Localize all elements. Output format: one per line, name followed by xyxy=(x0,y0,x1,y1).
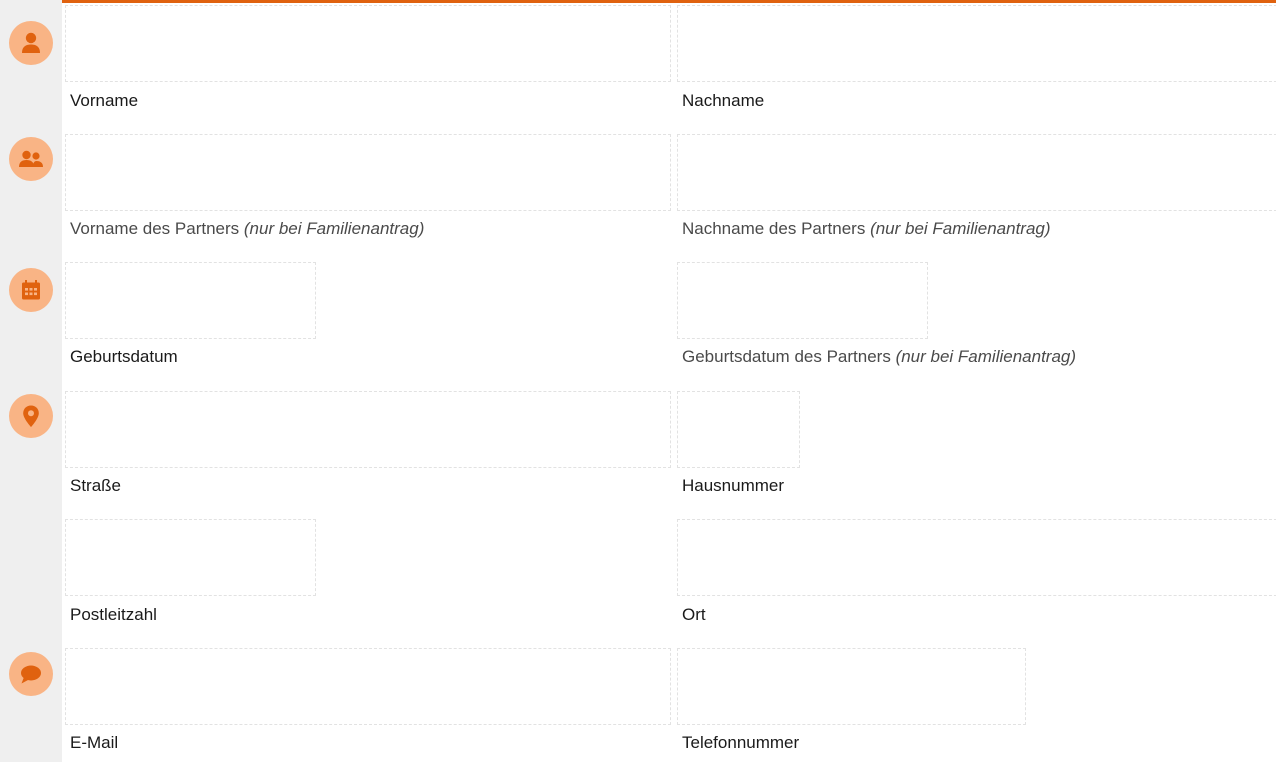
people-icon xyxy=(9,137,53,181)
speech-bubble-icon xyxy=(9,652,53,696)
partner-first-name-label-text: Vorname des Partners xyxy=(70,219,240,238)
partner-birth-date-field[interactable] xyxy=(677,262,928,339)
birth-date-field[interactable] xyxy=(65,262,316,339)
last-name-field[interactable] xyxy=(677,5,1276,82)
email-label: E-Mail xyxy=(70,733,119,752)
partner-last-name-field[interactable] xyxy=(677,134,1276,211)
first-name-label: Vorname xyxy=(70,91,139,110)
postal-code-field[interactable] xyxy=(65,519,316,596)
partner-birth-date-label-text: Geburtsdatum des Partners xyxy=(682,347,891,366)
postal-code-label: Postleitzahl xyxy=(70,605,157,624)
partner-birth-date-hint: (nur bei Familienantrag) xyxy=(895,347,1077,366)
email-field[interactable] xyxy=(65,648,671,725)
phone-label: Telefonnummer xyxy=(682,733,800,752)
first-name-field[interactable] xyxy=(65,5,671,82)
house-number-label: Hausnummer xyxy=(682,476,785,495)
city-field[interactable] xyxy=(677,519,1276,596)
partner-first-name-field[interactable] xyxy=(65,134,671,211)
partner-birth-date-label: Geburtsdatum des Partners (nur bei Famil… xyxy=(682,347,1076,367)
calendar-icon xyxy=(9,268,53,312)
phone-field[interactable] xyxy=(677,648,1026,725)
city-label: Ort xyxy=(682,605,706,624)
partner-last-name-label-text: Nachname des Partners xyxy=(682,219,866,238)
street-label: Straße xyxy=(70,476,122,495)
partner-last-name-hint: (nur bei Familienantrag) xyxy=(870,219,1051,238)
partner-first-name-hint: (nur bei Familienantrag) xyxy=(243,219,425,238)
location-pin-icon xyxy=(9,394,53,438)
street-field[interactable] xyxy=(65,391,671,468)
icon-rail xyxy=(0,0,62,762)
top-accent-border xyxy=(62,0,1276,3)
partner-first-name-label: Vorname des Partners (nur bei Familienan… xyxy=(70,219,424,239)
house-number-field[interactable] xyxy=(677,391,800,468)
last-name-label: Nachname xyxy=(682,91,765,110)
person-icon xyxy=(9,21,53,65)
birth-date-label: Geburtsdatum xyxy=(70,347,178,366)
partner-last-name-label: Nachname des Partners (nur bei Familiena… xyxy=(682,219,1051,239)
